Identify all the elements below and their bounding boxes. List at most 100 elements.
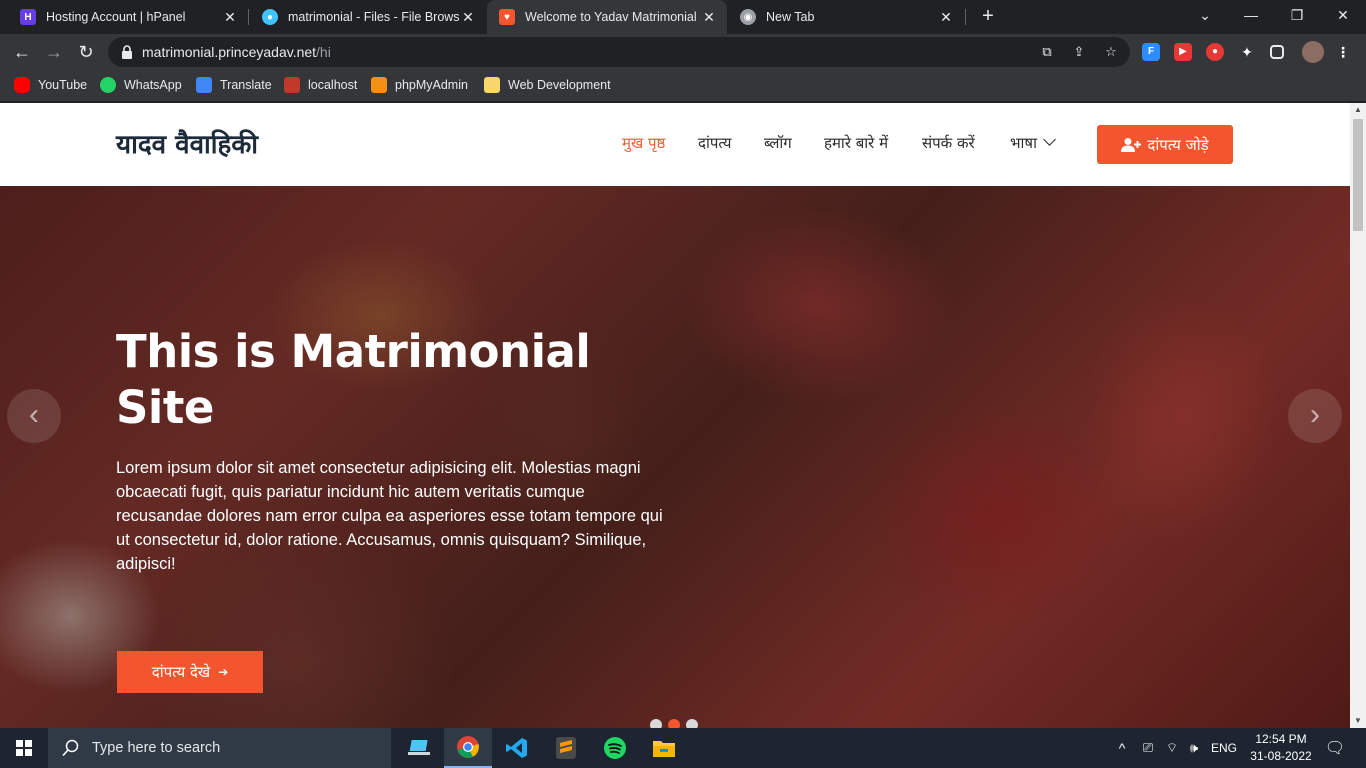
menu-icon[interactable]: ⋮: [1334, 43, 1352, 61]
scroll-up-icon[interactable]: ▲: [1350, 103, 1366, 117]
extension-icon[interactable]: F: [1142, 43, 1160, 61]
profile-avatar[interactable]: [1302, 41, 1324, 63]
network-icon[interactable]: ⌔: [1162, 728, 1182, 768]
laptop-app-icon: [408, 740, 430, 755]
forward-icon[interactable]: →: [42, 40, 66, 64]
close-icon[interactable]: ✕: [701, 9, 717, 26]
translate-page-icon[interactable]: ⧉: [1039, 44, 1055, 60]
carousel-prev-icon[interactable]: ‹: [7, 389, 61, 443]
carousel-next-icon[interactable]: ›: [1288, 389, 1342, 443]
hostinger-icon: H: [20, 9, 36, 25]
taskbar-app-spotify[interactable]: [591, 728, 639, 768]
chrome-icon: [457, 736, 479, 758]
volume-icon[interactable]: 🕪: [1184, 728, 1204, 768]
search-placeholder: Type here to search: [92, 740, 221, 756]
bookmark-whatsapp[interactable]: WhatsApp: [100, 77, 182, 93]
taskbar-app-explorer-laptop[interactable]: [395, 728, 443, 768]
nav-couples[interactable]: दांपत्य: [698, 133, 731, 153]
folder-icon: [484, 77, 500, 93]
nav-language-dropdown[interactable]: भाषा: [1010, 133, 1056, 153]
tab-file-browser[interactable]: ● matrimonial - Files - File Browser ✕: [250, 0, 486, 34]
show-hidden-icons[interactable]: ^: [1112, 728, 1132, 768]
extension-icon[interactable]: ●: [1206, 43, 1224, 61]
tab-search-icon[interactable]: ⌄: [1182, 0, 1228, 30]
tab-new-tab[interactable]: ◉ New Tab ✕: [728, 0, 964, 34]
taskbar-clock[interactable]: 12:54 PM 31-08-2022: [1246, 731, 1316, 765]
address-bar[interactable]: matrimonial.princeyadav.net/hi ⧉ ⇪ ☆: [108, 37, 1130, 67]
scroll-down-icon[interactable]: ▼: [1350, 714, 1366, 728]
nav-blog[interactable]: ब्लॉग: [764, 133, 792, 153]
translate-icon: [196, 77, 212, 93]
close-icon[interactable]: ✕: [938, 9, 954, 26]
vscode-icon: [506, 738, 527, 758]
clock-time: 12:54 PM: [1255, 732, 1307, 746]
arrow-right-icon: ➔: [218, 665, 229, 679]
url-path: /hi: [316, 44, 331, 60]
windows-start-icon[interactable]: [0, 728, 48, 768]
minimize-button[interactable]: —: [1228, 0, 1274, 30]
site-header: यादव वैवाहिकी मुख पृष्ठ दांपत्य ब्लॉग हम…: [0, 103, 1350, 186]
carousel-dot-active[interactable]: [668, 719, 680, 728]
bookmark-label: YouTube: [38, 78, 88, 92]
close-icon[interactable]: ✕: [222, 9, 238, 26]
taskbar-app-file-explorer[interactable]: [640, 728, 688, 768]
share-icon[interactable]: ⇪: [1071, 44, 1087, 60]
hero-content: This is Matrimonial Site Lorem ipsum dol…: [116, 324, 676, 576]
hero-carousel: ‹ › This is Matrimonial Site Lorem ipsum…: [0, 186, 1350, 728]
tab-title: Welcome to Yadav Matrimonial S: [525, 10, 701, 24]
language-indicator[interactable]: ENG: [1208, 728, 1240, 768]
youtube-icon: [14, 77, 30, 93]
sublime-text-icon: [556, 737, 576, 759]
taskbar-app-sublime[interactable]: [542, 728, 590, 768]
filebrowser-icon: ●: [262, 9, 278, 25]
url-text: matrimonial.princeyadav.net/hi: [142, 44, 331, 60]
bookmark-phpmyadmin[interactable]: phpMyAdmin: [371, 77, 468, 93]
tab-hpanel[interactable]: H Hosting Account | hPanel ✕: [8, 0, 248, 34]
add-couple-label: दांपत्य जोड़े: [1147, 135, 1209, 154]
bookmark-label: Translate: [220, 78, 272, 92]
bookmark-youtube[interactable]: YouTube: [14, 77, 87, 93]
tab-yadav-matrimonial[interactable]: ♥ Welcome to Yadav Matrimonial S ✕: [487, 0, 727, 34]
page-scrollbar[interactable]: ▲ ▼: [1350, 103, 1366, 728]
nav-home[interactable]: मुख पृष्ठ: [622, 133, 665, 153]
add-couple-button[interactable]: दांपत्य जोड़े: [1097, 125, 1233, 164]
nav-language-label: भाषा: [1010, 134, 1037, 152]
tab-divider: [248, 9, 249, 25]
lock-icon[interactable]: [120, 44, 134, 60]
bookmark-label: Web Development: [508, 78, 611, 92]
phpmyadmin-icon: [371, 77, 387, 93]
nav-about[interactable]: हमारे बारे में: [824, 133, 888, 153]
clock-date: 31-08-2022: [1250, 749, 1312, 763]
taskbar-app-chrome[interactable]: [444, 728, 492, 768]
bookmark-label: WhatsApp: [124, 78, 182, 92]
extension-icon[interactable]: ▶: [1174, 43, 1192, 61]
view-couples-button[interactable]: दांपत्य देखे ➔: [117, 651, 263, 693]
web-page: यादव वैवाहिकी मुख पृष्ठ दांपत्य ब्लॉग हम…: [0, 103, 1350, 728]
close-window-button[interactable]: ✕: [1320, 0, 1366, 30]
bookmark-localhost[interactable]: localhost: [284, 77, 357, 93]
taskbar-search-box[interactable]: Type here to search: [48, 728, 391, 768]
bookmark-star-icon[interactable]: ☆: [1103, 44, 1119, 60]
new-tab-button[interactable]: +: [976, 5, 1000, 29]
bookmark-translate[interactable]: Translate: [196, 77, 272, 93]
close-icon[interactable]: ✕: [460, 9, 476, 26]
chrome-icon: ◉: [740, 9, 756, 25]
maximize-button[interactable]: ❐: [1274, 0, 1320, 30]
extensions-puzzle-icon[interactable]: ✦: [1238, 43, 1256, 61]
carousel-dot[interactable]: [650, 719, 662, 728]
site-logo[interactable]: यादव वैवाहिकी: [116, 125, 258, 161]
bookmark-web-development[interactable]: Web Development: [484, 77, 611, 93]
carousel-dot[interactable]: [686, 719, 698, 728]
reload-icon[interactable]: ↻: [74, 40, 98, 64]
meet-now-icon[interactable]: ⎚: [1138, 728, 1158, 768]
windows-taskbar: Type here to search ^ ⎚ ⌔ 🕪 ENG 12:54 PM…: [0, 728, 1366, 768]
side-panel-icon[interactable]: [1270, 45, 1284, 59]
taskbar-app-vscode[interactable]: [493, 728, 541, 768]
carousel-indicators: [650, 719, 698, 728]
notifications-icon[interactable]: 🗨: [1320, 728, 1350, 768]
chevron-down-icon: [1043, 133, 1056, 146]
scrollbar-thumb[interactable]: [1353, 119, 1363, 231]
nav-contact[interactable]: संपर्क करें: [922, 133, 975, 153]
back-icon[interactable]: ←: [10, 40, 34, 64]
bookmark-label: localhost: [308, 78, 358, 92]
